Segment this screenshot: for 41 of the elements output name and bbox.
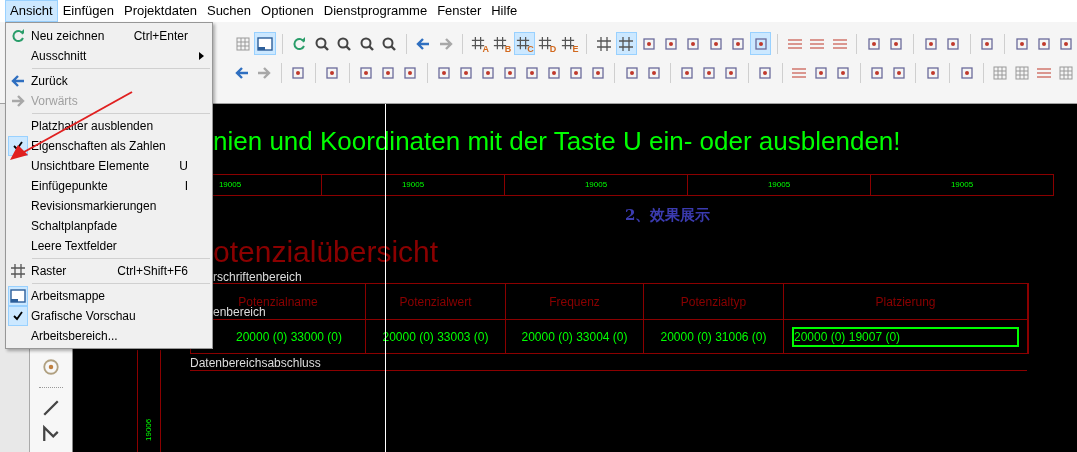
ruler-label: 19005	[950, 179, 974, 191]
table-cell-text: 20000 (0) 33000 (0)	[235, 328, 343, 346]
column-header: Potenzialwert	[399, 293, 472, 311]
column-header: Potenzialtyp	[680, 293, 747, 311]
menu-item[interactable]: Leere Textfelder	[6, 236, 212, 256]
menu-bar-item[interactable]: Optionen	[256, 0, 319, 22]
menu-item[interactable]: Zurück	[6, 71, 212, 91]
data-area-label: enbereich	[213, 305, 266, 321]
table-cell: 20000 (0) 19007 (0)	[792, 326, 1019, 347]
ruler-label: 19005	[767, 179, 791, 191]
menu-item[interactable]: Grafische Vorschau	[6, 306, 212, 326]
menu-bar-item[interactable]: Einfügen	[57, 0, 119, 22]
tool-tool-icon[interactable]	[749, 32, 772, 55]
vertical-label: 19006	[143, 419, 154, 441]
table-cell-text: 20000 (0) 31006 (0)	[660, 328, 767, 346]
column-header: Frequenz	[549, 293, 600, 311]
header-area-label: rschriftenbereich	[213, 269, 302, 286]
menu-item[interactable]: Ausschnitt	[6, 46, 212, 66]
table-cell-text: 20000 (0) 33004 (0)	[521, 328, 628, 346]
menu-item[interactable]: Schaltplanpfade	[6, 216, 212, 236]
menu-item[interactable]: Neu zeichnen Ctrl+Enter	[6, 26, 212, 46]
menu-item[interactable]: Unsichtbare Elemente U	[6, 156, 212, 176]
menu-item[interactable]: Einfügepunkte I	[6, 176, 212, 196]
menu-bar-item[interactable]: Dienstprogramme	[318, 0, 433, 22]
section-heading: 2、效果展示	[625, 205, 711, 226]
menu-bar-item[interactable]: Suchen	[201, 0, 257, 22]
menu-item[interactable]: Raster Ctrl+Shift+F6	[6, 261, 212, 281]
menu-bar-item[interactable]: Ansicht	[5, 0, 58, 22]
column-header: Platzierung	[875, 293, 936, 311]
menu-item[interactable]: Revisionsmarkierungen	[6, 196, 212, 216]
menu-bar-item[interactable]: Hilfe	[486, 0, 523, 22]
menu-item[interactable]: Arbeitsmappe	[6, 286, 212, 306]
workbook-tool-icon[interactable]	[254, 32, 276, 55]
menu-item[interactable]: Arbeitsbereich...	[6, 326, 212, 346]
ruler-label: 19005	[401, 179, 425, 191]
ruler-label: 19005	[584, 179, 608, 191]
grid-tool-icon[interactable]	[615, 32, 637, 55]
menu-bar-item[interactable]: Projektdaten	[118, 0, 202, 22]
footer-label: Datenbereichsabschluss	[190, 355, 321, 372]
ruler-label: 19005	[218, 179, 242, 191]
menu-bar-item[interactable]: Fenster	[432, 0, 487, 22]
